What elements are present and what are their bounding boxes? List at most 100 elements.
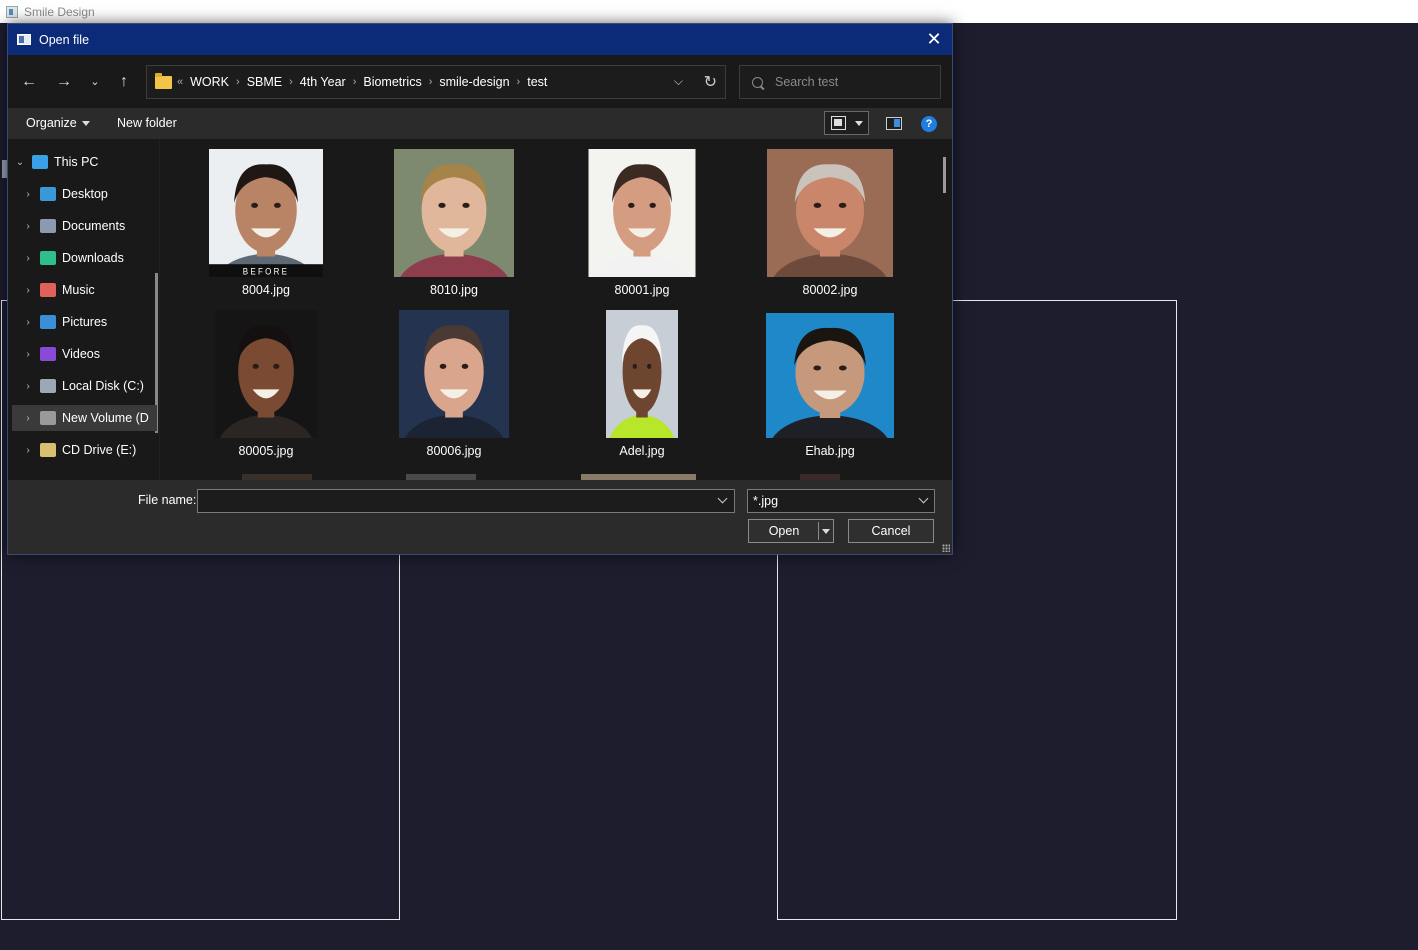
change-view-button[interactable] bbox=[824, 111, 869, 135]
chevron-right-icon[interactable]: › bbox=[20, 221, 36, 232]
breadcrumb-item[interactable]: test bbox=[527, 75, 547, 89]
file-thumbnail bbox=[767, 149, 893, 277]
search-icon bbox=[749, 74, 766, 90]
sidebar-item-label: CD Drive (E:) bbox=[62, 443, 137, 457]
file-list-scrollbar[interactable] bbox=[943, 157, 946, 193]
resize-grip[interactable] bbox=[942, 544, 950, 552]
recent-locations-icon[interactable]: ⌄ bbox=[84, 72, 106, 92]
open-button[interactable]: Open bbox=[748, 519, 834, 543]
back-icon[interactable]: ← bbox=[18, 72, 40, 92]
chevron-right-icon[interactable]: › bbox=[20, 413, 36, 424]
preview-pane-icon[interactable] bbox=[886, 117, 902, 130]
sidebar-item-label: Downloads bbox=[62, 251, 124, 265]
chevron-right-icon[interactable]: › bbox=[20, 285, 36, 296]
sidebar-item-desktop[interactable]: › Desktop bbox=[12, 181, 157, 207]
organize-button[interactable]: Organize bbox=[26, 116, 90, 130]
address-bar[interactable]: « WORK › SBME › 4th Year › Biometrics › smile-de… bbox=[146, 65, 726, 99]
sidebar-item-local-disk[interactable]: › Local Disk (C:) bbox=[12, 373, 157, 399]
breadcrumb-item[interactable]: SBME bbox=[247, 75, 282, 89]
navigation-bar: ← → ⌄ ↑ « WORK › SBME › 4th Year › Biometrics ›… bbox=[8, 55, 952, 108]
breadcrumb: WORK › SBME › 4th Year › Biometrics › smile-desi… bbox=[190, 75, 547, 89]
chevron-down-icon[interactable]: ⌄ bbox=[12, 157, 28, 168]
computer-icon bbox=[32, 155, 48, 169]
local-disk-icon bbox=[40, 379, 56, 393]
file-item[interactable]: 80006.jpg bbox=[366, 304, 542, 464]
photo-eye bbox=[461, 363, 469, 369]
photo-caption: BEFORE bbox=[243, 266, 289, 277]
photo-eye bbox=[273, 363, 280, 369]
photo-eye bbox=[838, 365, 847, 371]
sidebar-item-cd-drive[interactable]: › CD Drive (E:) bbox=[12, 437, 157, 463]
chevron-right-icon[interactable]: › bbox=[20, 381, 36, 392]
file-thumbnail bbox=[766, 313, 894, 438]
folder-icon bbox=[155, 72, 172, 89]
chevron-down-icon[interactable]: ⌵ bbox=[674, 74, 683, 89]
sidebar-item-label: Local Disk (C:) bbox=[62, 379, 144, 393]
forward-icon[interactable]: → bbox=[53, 72, 75, 92]
app-title: Smile Design bbox=[24, 4, 95, 19]
breadcrumb-item[interactable]: 4th Year bbox=[300, 75, 346, 89]
file-thumbnail: BEFORE bbox=[209, 149, 323, 277]
file-item[interactable]: 8010.jpg bbox=[366, 143, 542, 303]
sidebar-item-music[interactable]: › Music bbox=[12, 277, 157, 303]
file-thumbnail bbox=[394, 149, 514, 277]
caret-down-icon[interactable] bbox=[822, 529, 830, 534]
breadcrumb-separator-icon[interactable]: › bbox=[236, 76, 240, 88]
sidebar-item-documents[interactable]: › Documents bbox=[12, 213, 157, 239]
sidebar-item-drive[interactable]: › New Volume (D bbox=[12, 405, 157, 431]
file-name-label: 80005.jpg bbox=[238, 444, 294, 458]
dialog-footer: File name: *.jpg Open Cancel bbox=[8, 480, 952, 554]
breadcrumb-overflow[interactable]: « bbox=[177, 76, 183, 88]
photo-eye bbox=[813, 365, 822, 371]
photo-eye bbox=[251, 202, 259, 208]
documents-icon bbox=[40, 219, 56, 233]
photo-eye bbox=[439, 363, 447, 369]
breadcrumb-separator-icon[interactable]: › bbox=[517, 76, 521, 88]
chevron-right-icon[interactable]: › bbox=[20, 253, 36, 264]
file-item[interactable]: 80002.jpg bbox=[742, 143, 918, 303]
sidebar-item-pictures[interactable]: › Pictures bbox=[12, 309, 157, 335]
chevron-down-icon[interactable] bbox=[717, 493, 728, 504]
chevron-right-icon[interactable]: › bbox=[20, 317, 36, 328]
caret-down-icon bbox=[855, 121, 863, 126]
sidebar-item-videos[interactable]: › Videos bbox=[12, 341, 157, 367]
file-item[interactable]: 80005.jpg bbox=[178, 304, 354, 464]
file-type-select[interactable]: *.jpg bbox=[747, 489, 935, 513]
chevron-right-icon[interactable]: › bbox=[20, 445, 36, 456]
help-icon[interactable]: ? bbox=[921, 116, 937, 132]
file-list: BEFORE 8004.jpg 8010.jpg 80001.jpg 80002.jpg… bbox=[160, 139, 952, 480]
breadcrumb-separator-icon[interactable]: › bbox=[429, 76, 433, 88]
search-input[interactable]: Search test bbox=[739, 65, 941, 99]
breadcrumb-item[interactable]: smile-design bbox=[439, 75, 509, 89]
breadcrumb-separator-icon[interactable]: › bbox=[353, 76, 357, 88]
refresh-icon[interactable]: ↻ bbox=[704, 72, 717, 92]
file-name-label: 80002.jpg bbox=[802, 283, 858, 297]
desktop-icon bbox=[40, 187, 56, 201]
file-item[interactable]: BEFORE 8004.jpg bbox=[178, 143, 354, 303]
dialog-title: Open file bbox=[39, 32, 90, 47]
sidebar-item-label: Desktop bbox=[62, 187, 108, 201]
search-placeholder: Search test bbox=[775, 75, 839, 89]
breadcrumb-item[interactable]: Biometrics bbox=[363, 75, 421, 89]
sidebar-item-label: Pictures bbox=[62, 315, 108, 329]
file-item[interactable]: Ehab.jpg bbox=[742, 304, 918, 464]
file-item[interactable]: 80001.jpg bbox=[554, 143, 730, 303]
photo-eye bbox=[273, 202, 281, 208]
breadcrumb-item[interactable]: WORK bbox=[190, 75, 229, 89]
photo-eye bbox=[813, 202, 822, 208]
chevron-right-icon[interactable]: › bbox=[20, 189, 36, 200]
music-icon bbox=[40, 283, 56, 297]
file-item[interactable]: Adel.jpg bbox=[554, 304, 730, 464]
sidebar-item-downloads[interactable]: › Downloads bbox=[12, 245, 157, 271]
breadcrumb-separator-icon[interactable]: › bbox=[289, 76, 293, 88]
file-name-input[interactable] bbox=[197, 489, 735, 513]
cancel-button[interactable]: Cancel bbox=[848, 519, 934, 543]
close-icon[interactable]: ✕ bbox=[924, 29, 944, 49]
chevron-right-icon[interactable]: › bbox=[20, 349, 36, 360]
split-divider bbox=[818, 522, 819, 540]
organize-label: Organize bbox=[26, 116, 77, 130]
sidebar-item-computer[interactable]: ⌄ This PC bbox=[12, 149, 157, 175]
photo-eye bbox=[252, 363, 259, 369]
up-icon[interactable]: ↑ bbox=[113, 72, 135, 92]
new-folder-button[interactable]: New folder bbox=[117, 116, 177, 130]
